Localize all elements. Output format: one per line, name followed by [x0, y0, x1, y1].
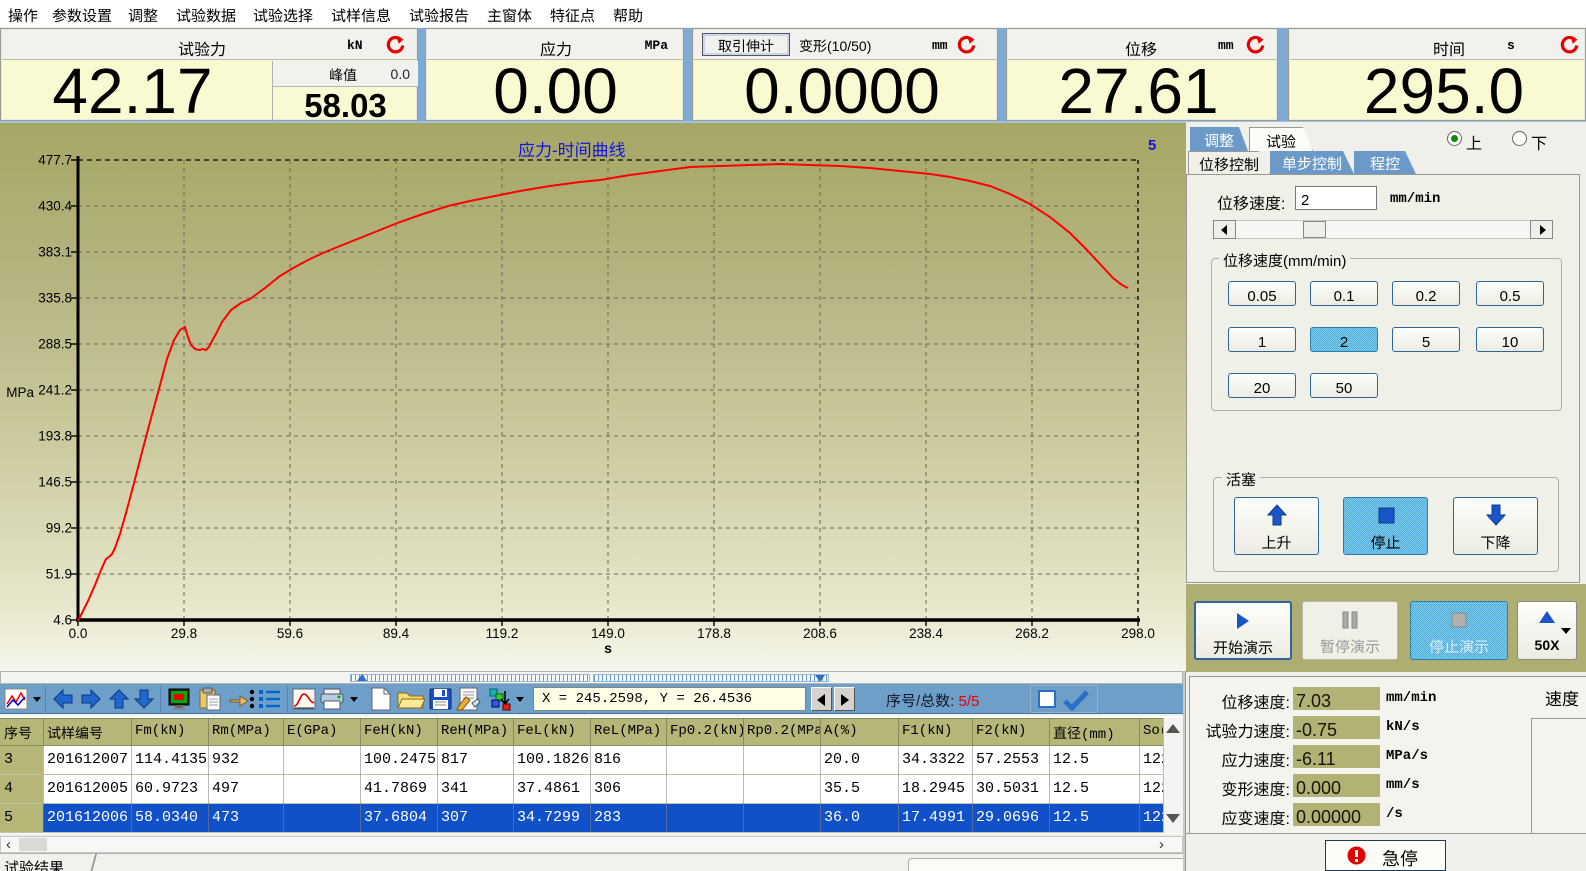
svg-text:119.2: 119.2 — [486, 626, 519, 641]
svg-text:335.8: 335.8 — [38, 291, 72, 306]
svg-text:0.0: 0.0 — [69, 626, 88, 641]
svg-text:51.9: 51.9 — [46, 567, 72, 582]
svg-text:59.6: 59.6 — [277, 626, 303, 641]
svg-text:383.1: 383.1 — [38, 245, 72, 260]
svg-text:178.8: 178.8 — [697, 626, 731, 641]
svg-text:89.4: 89.4 — [383, 626, 410, 641]
svg-text:MPa: MPa — [6, 385, 34, 400]
svg-text:241.2: 241.2 — [38, 383, 72, 398]
svg-text:149.0: 149.0 — [591, 626, 625, 641]
svg-text:29.8: 29.8 — [171, 626, 197, 641]
svg-text:298.0: 298.0 — [1121, 626, 1155, 641]
svg-text:146.5: 146.5 — [38, 475, 72, 490]
svg-text:99.2: 99.2 — [46, 521, 72, 536]
svg-text:238.4: 238.4 — [909, 626, 943, 641]
svg-text:288.5: 288.5 — [38, 337, 72, 352]
svg-text:208.6: 208.6 — [803, 626, 837, 641]
svg-text:430.4: 430.4 — [38, 199, 72, 214]
svg-text:193.8: 193.8 — [38, 429, 72, 444]
svg-text:268.2: 268.2 — [1015, 626, 1049, 641]
svg-text:477.7: 477.7 — [38, 153, 72, 168]
svg-text:s: s — [604, 640, 612, 656]
